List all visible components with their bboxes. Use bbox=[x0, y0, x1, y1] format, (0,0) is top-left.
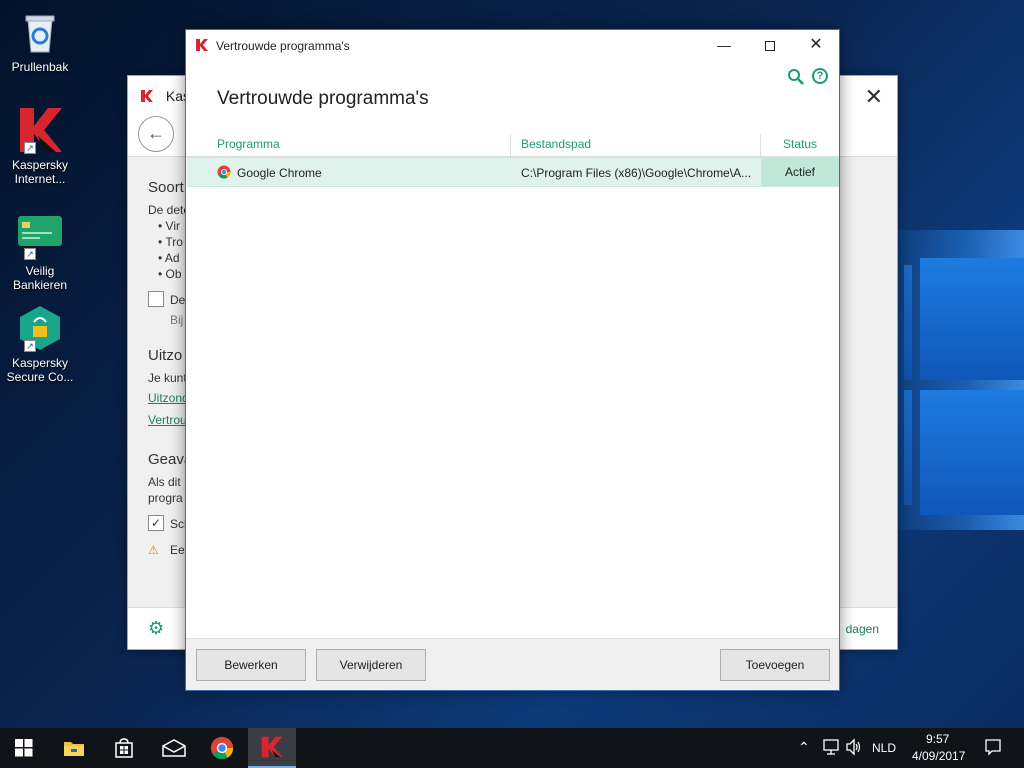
close-button[interactable]: ✕ bbox=[793, 30, 839, 60]
mail-icon bbox=[162, 739, 186, 757]
start-button[interactable] bbox=[0, 728, 48, 768]
column-header-program[interactable]: Programma bbox=[217, 137, 280, 157]
chrome-taskbar-button[interactable] bbox=[198, 728, 246, 768]
secure-connection-icon: ↗ bbox=[16, 304, 64, 352]
mail-button[interactable] bbox=[150, 728, 198, 768]
notification-icon[interactable] bbox=[984, 738, 1002, 759]
help-icon[interactable]: ? bbox=[812, 68, 830, 86]
language-indicator[interactable]: NLD bbox=[872, 741, 896, 755]
dialog-footer: Bewerken Verwijderen Toevoegen bbox=[186, 638, 839, 690]
search-icon[interactable] bbox=[787, 68, 805, 86]
kaspersky-icon bbox=[261, 736, 283, 758]
section-heading: Uitzo bbox=[148, 347, 183, 364]
remove-button[interactable]: Verwijderen bbox=[316, 649, 426, 681]
window-title: Kas bbox=[140, 88, 190, 104]
list-item: • Tro bbox=[158, 235, 183, 249]
kaspersky-icon: ↗ bbox=[16, 106, 64, 154]
clock-date[interactable]: 4/09/2017 bbox=[912, 749, 965, 763]
close-icon[interactable]: ✕ bbox=[865, 84, 883, 110]
column-separator bbox=[510, 134, 511, 156]
desktop-icon-veilig-bankieren[interactable]: ↗ Veilig Bankieren bbox=[4, 212, 76, 292]
section-text: Je kunt bbox=[148, 371, 187, 385]
shortcut-arrow-icon: ↗ bbox=[24, 340, 36, 352]
section-heading: Soort bbox=[148, 179, 184, 196]
table-row[interactable]: Google Chrome C:\Program Files (x86)\Goo… bbox=[187, 157, 839, 187]
list-item: • Ad bbox=[158, 251, 180, 265]
title-bar[interactable]: Vertrouwde programma's — ✕ bbox=[186, 30, 839, 60]
minimize-button[interactable]: — bbox=[701, 30, 747, 60]
store-button[interactable] bbox=[100, 728, 148, 768]
windows-logo-icon bbox=[15, 739, 33, 757]
page-title: Vertrouwde programma's bbox=[217, 88, 429, 109]
desktop-icon-label: Veilig Bankieren bbox=[12, 264, 68, 292]
store-icon bbox=[115, 738, 133, 758]
shortcut-arrow-icon: ↗ bbox=[24, 142, 36, 154]
desktop-icon-label: Kaspersky Secure Co... bbox=[6, 356, 74, 384]
column-header-status[interactable]: Status bbox=[783, 137, 817, 157]
section-text: progra bbox=[148, 491, 183, 505]
desktop-icon-kaspersky-secure-connection[interactable]: ↗ Kaspersky Secure Co... bbox=[4, 304, 76, 384]
checkbox[interactable] bbox=[148, 291, 164, 307]
dialog-title: Vertrouwde programma's bbox=[216, 39, 350, 53]
maximize-button[interactable] bbox=[747, 30, 793, 60]
program-name: Google Chrome bbox=[237, 166, 322, 180]
clock-time[interactable]: 9:57 bbox=[926, 732, 949, 746]
sub-text: Bij bbox=[170, 313, 184, 327]
add-button[interactable]: Toevoegen bbox=[720, 649, 830, 681]
volume-icon[interactable] bbox=[845, 738, 863, 759]
bank-card-icon: ↗ bbox=[16, 212, 64, 260]
kaspersky-taskbar-button[interactable] bbox=[248, 728, 296, 768]
exclusions-link[interactable]: Uitzond bbox=[148, 391, 189, 405]
desktop-icon-recycle-bin[interactable]: Prullenbak bbox=[4, 8, 76, 74]
program-path: C:\Program Files (x86)\Google\Chrome\A..… bbox=[521, 166, 752, 180]
chrome-icon bbox=[217, 165, 231, 179]
chevron-up-icon[interactable]: ⌃ bbox=[798, 739, 810, 756]
trusted-programs-link[interactable]: Vertrou bbox=[148, 413, 187, 427]
section-text: Als dit bbox=[148, 475, 181, 489]
column-separator bbox=[760, 134, 761, 156]
checkbox-checked[interactable]: ✓ bbox=[148, 515, 164, 531]
desktop-icon-kaspersky-internet[interactable]: ↗ Kaspersky Internet... bbox=[4, 106, 76, 186]
kaspersky-logo-icon bbox=[196, 39, 208, 51]
list-item: • Vir bbox=[158, 219, 180, 233]
network-icon[interactable] bbox=[822, 738, 840, 759]
list-item: • Ob bbox=[158, 267, 182, 281]
taskbar: ⌃ NLD 9:57 4/09/2017 bbox=[0, 728, 1024, 768]
edit-button[interactable]: Bewerken bbox=[196, 649, 306, 681]
back-button[interactable]: ← bbox=[138, 116, 174, 152]
folder-icon bbox=[64, 742, 84, 756]
chrome-icon bbox=[210, 736, 234, 760]
shortcut-arrow-icon: ↗ bbox=[24, 248, 36, 260]
desktop-icon-label: Prullenbak bbox=[11, 60, 69, 74]
status-badge: Actief bbox=[761, 158, 839, 186]
file-explorer-button[interactable] bbox=[50, 728, 98, 768]
section-text: De dete bbox=[148, 203, 191, 217]
checkbox-label: De bbox=[170, 293, 186, 307]
column-header-path[interactable]: Bestandspad bbox=[521, 137, 591, 157]
footer-link[interactable]: dagen bbox=[846, 622, 879, 636]
desktop-icon-label: Kaspersky Internet... bbox=[11, 158, 69, 186]
recycle-bin-icon bbox=[16, 8, 64, 56]
gear-icon[interactable]: ⚙ bbox=[148, 618, 164, 639]
kaspersky-logo-icon bbox=[141, 90, 153, 102]
warning-icon: ⚠ bbox=[148, 543, 159, 557]
trusted-programs-dialog: Vertrouwde programma's — ✕ ? Vertrouwde … bbox=[185, 29, 840, 691]
